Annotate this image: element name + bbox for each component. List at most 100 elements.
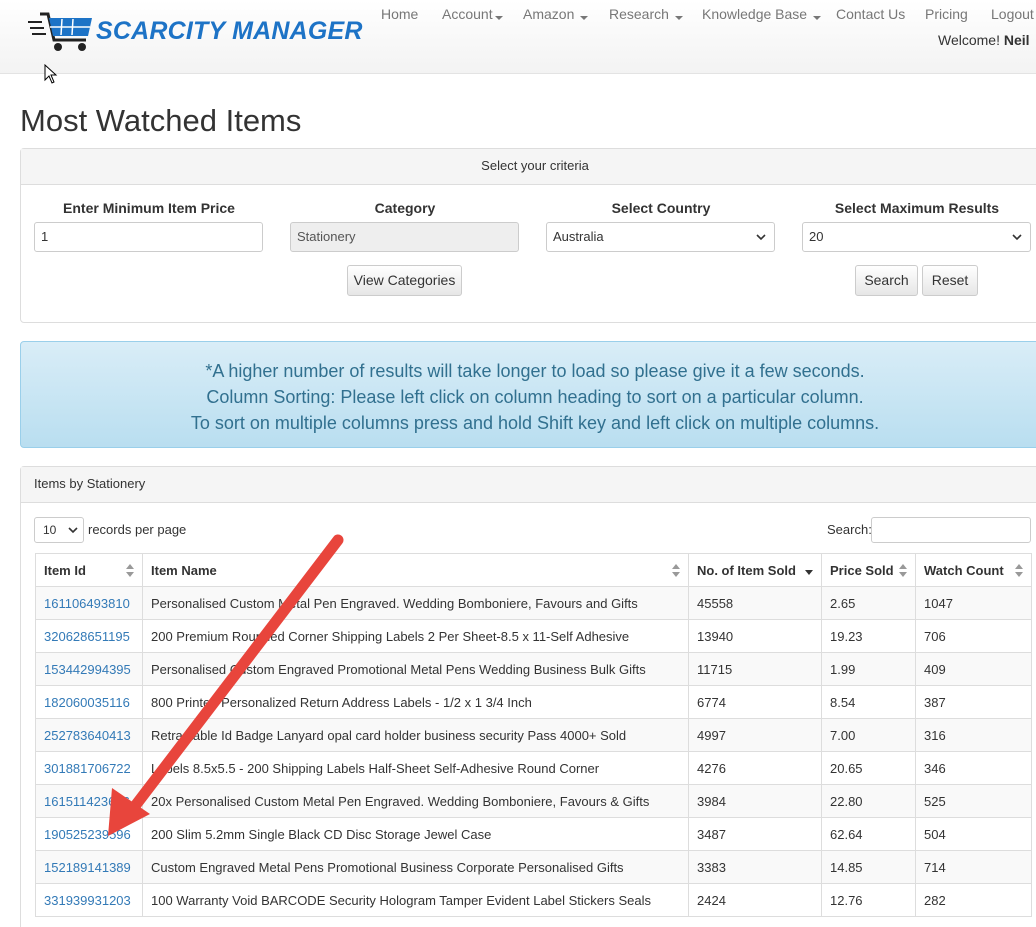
- table-row: 331939931203 100 Warranty Void BARCODE Se…: [35, 883, 1032, 917]
- items-sold-cell: 3383: [688, 850, 822, 884]
- nav-pricing[interactable]: Pricing: [925, 6, 968, 22]
- price-sold-cell: 12.76: [821, 883, 916, 917]
- watch-count-cell: 1047: [915, 586, 1032, 620]
- price-sold-cell: 20.65: [821, 751, 916, 785]
- nav-account-label: Account: [442, 6, 493, 22]
- caret-down-icon: [580, 16, 589, 20]
- table-row: 190525239596 200 Slim 5.2mm Single Black …: [35, 817, 1032, 851]
- max-results-label: Select Maximum Results: [834, 200, 1000, 216]
- price-sold-cell: 19.23: [821, 619, 916, 653]
- welcome-user: Neil: [1003, 32, 1030, 48]
- price-sold-cell: 1.99: [821, 652, 916, 686]
- country-select[interactable]: Australia: [546, 222, 775, 252]
- nav-logout[interactable]: Logout: [991, 6, 1034, 22]
- table-row: 152189141389 Custom Engraved Metal Pens P…: [35, 850, 1032, 884]
- item-id-link[interactable]: 320628651195: [35, 619, 143, 653]
- items-sold-cell: 3984: [688, 784, 822, 818]
- item-name-cell: Personalised Custom Engraved Promotional…: [142, 652, 689, 686]
- country-value: Australia: [553, 229, 604, 244]
- records-per-page-select[interactable]: 10: [34, 517, 84, 543]
- item-name-cell: 200 Slim 5.2mm Single Black CD Disc Stor…: [142, 817, 689, 851]
- item-id-link[interactable]: 182060035116: [35, 685, 143, 719]
- max-results-value: 20: [809, 229, 824, 244]
- item-id-link[interactable]: 252783640413: [35, 718, 143, 752]
- column-header-label: Watch Count: [924, 562, 1004, 578]
- watch-count-cell: 346: [915, 751, 1032, 785]
- column-header-price-sold[interactable]: Price Sold: [821, 553, 916, 587]
- records-per-page-value: 10: [43, 523, 57, 537]
- sort-both-icon: [126, 564, 134, 577]
- sort-both-icon: [672, 564, 680, 577]
- column-header-item-id[interactable]: Item Id: [35, 553, 143, 587]
- max-results-select[interactable]: 20: [802, 222, 1031, 252]
- table-row: 161511423616 20x Personalised Custom Meta…: [35, 784, 1032, 818]
- nav-links: Home Account Amazon Research Knowledge B…: [0, 6, 1036, 26]
- chevron-down-icon: [1012, 234, 1022, 241]
- watch-count-cell: 387: [915, 685, 1032, 719]
- column-header-label: No. of Item Sold: [697, 562, 796, 578]
- items-sold-cell: 4276: [688, 751, 822, 785]
- nav-contact[interactable]: Contact Us: [836, 6, 905, 22]
- table-row: 301881706722 Labels 8.5x5.5 - 200 Shippin…: [35, 751, 1032, 785]
- item-id-link[interactable]: 161106493810: [35, 586, 143, 620]
- price-sold-cell: 8.54: [821, 685, 916, 719]
- price-sold-cell: 2.65: [821, 586, 916, 620]
- nav-research[interactable]: Research: [609, 6, 683, 22]
- items-sold-cell: 4997: [688, 718, 822, 752]
- watch-count-cell: 714: [915, 850, 1032, 884]
- item-id-link[interactable]: 161511423616: [35, 784, 143, 818]
- records-per-page-label: records per page: [88, 522, 187, 537]
- watch-count-cell: 525: [915, 784, 1032, 818]
- reset-button[interactable]: Reset: [922, 265, 978, 296]
- welcome-message: Welcome! Neil: [938, 32, 1030, 48]
- table-row: 153442994395 Personalised Custom Engraved…: [35, 652, 1032, 686]
- view-categories-button[interactable]: View Categories: [347, 265, 462, 296]
- items-sold-cell: 6774: [688, 685, 822, 719]
- nav-knowledge-base-label: Knowledge Base: [702, 6, 808, 22]
- page-title: Most Watched Items: [20, 103, 302, 138]
- table-row: 320628651195 200 Premium Rounded Corner S…: [35, 619, 1032, 653]
- nav-home[interactable]: Home: [381, 6, 418, 22]
- item-id-link[interactable]: 190525239596: [35, 817, 143, 851]
- category-input: Stationery: [290, 222, 519, 252]
- column-header-items-sold[interactable]: No. of Item Sold: [688, 553, 822, 587]
- item-name-cell: Labels 8.5x5.5 - 200 Shipping Labels Hal…: [142, 751, 689, 785]
- sort-descending-icon: [805, 570, 813, 575]
- column-header-label: Price Sold: [830, 562, 894, 578]
- watch-count-cell: 409: [915, 652, 1032, 686]
- table-header-row: Item Id Item Name No. of Item Sold Price…: [35, 553, 1032, 587]
- watch-count-cell: 504: [915, 817, 1032, 851]
- item-name-cell: Retractable Id Badge Lanyard opal card h…: [142, 718, 689, 752]
- chevron-down-icon: [756, 234, 766, 241]
- item-id-link[interactable]: 153442994395: [35, 652, 143, 686]
- country-label: Select Country: [611, 200, 711, 216]
- price-sold-cell: 22.80: [821, 784, 916, 818]
- table-row: 252783640413 Retractable Id Badge Lanyard…: [35, 718, 1032, 752]
- items-sold-cell: 3487: [688, 817, 822, 851]
- caret-down-icon: [674, 16, 683, 20]
- navbar: SCARCITY MANAGER Home Account Amazon Res…: [0, 0, 1036, 74]
- caret-down-icon: [494, 16, 503, 20]
- category-label: Category: [374, 200, 436, 216]
- item-id-link[interactable]: 331939931203: [35, 883, 143, 917]
- watch-count-cell: 316: [915, 718, 1032, 752]
- table-row: 182060035116 800 Printed Personalized Ret…: [35, 685, 1032, 719]
- info-line-3: To sort on multiple columns press and ho…: [190, 413, 880, 433]
- item-id-link[interactable]: 301881706722: [35, 751, 143, 785]
- nav-knowledge-base[interactable]: Knowledge Base: [702, 6, 821, 22]
- search-button[interactable]: Search: [855, 265, 918, 296]
- column-header-watch-count[interactable]: Watch Count: [915, 553, 1032, 587]
- column-header-label: Item Id: [44, 562, 86, 578]
- price-sold-cell: 14.85: [821, 850, 916, 884]
- items-table: Item Id Item Name No. of Item Sold Price…: [35, 553, 1032, 917]
- watch-count-cell: 282: [915, 883, 1032, 917]
- nav-amazon[interactable]: Amazon: [523, 6, 589, 22]
- min-price-input[interactable]: 1: [34, 222, 263, 252]
- welcome-prefix: Welcome!: [938, 32, 1000, 48]
- table-search-input[interactable]: [871, 517, 1031, 543]
- criteria-heading: Select your criteria: [21, 149, 1036, 185]
- item-id-link[interactable]: 152189141389: [35, 850, 143, 884]
- column-header-item-name[interactable]: Item Name: [142, 553, 689, 587]
- nav-account[interactable]: Account: [442, 6, 503, 22]
- item-name-cell: 800 Printed Personalized Return Address …: [142, 685, 689, 719]
